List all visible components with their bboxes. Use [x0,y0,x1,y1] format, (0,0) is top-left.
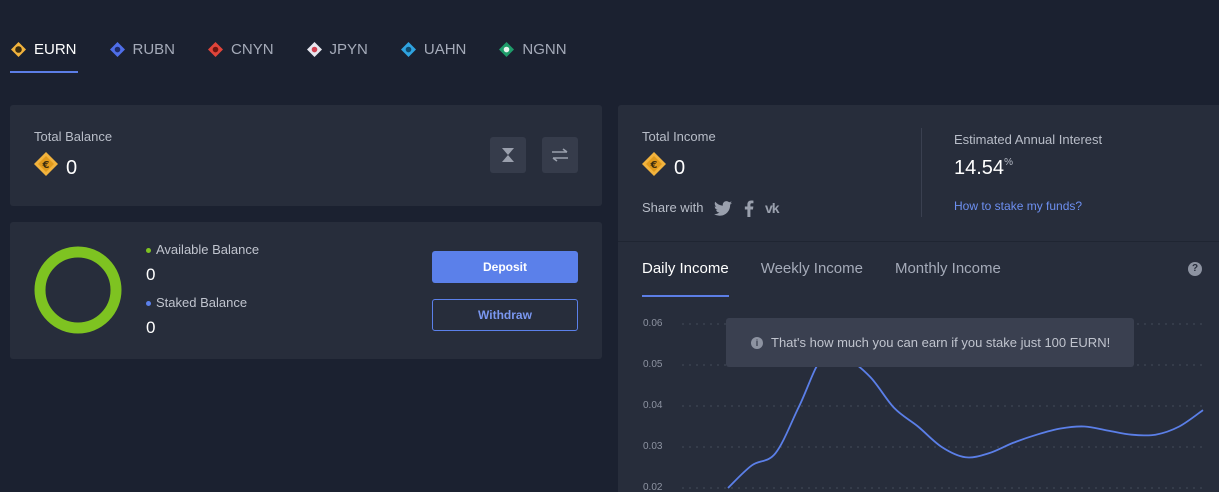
y-tick: 0.05 [643,359,663,370]
tooltip-text: That's how much you can earn if you stak… [771,335,1111,350]
staked-balance-label: Staked Balance [156,295,248,310]
exchange-button[interactable] [542,137,578,173]
how-to-stake-link[interactable]: How to stake my funds? [954,199,1082,213]
total-income-label: Total Income [642,129,716,144]
eurn-coin-icon: € [34,152,58,176]
interest-value: 14.54 [954,157,1005,179]
total-balance-label: Total Balance [34,129,113,144]
svg-text:€: € [42,160,50,171]
uahn-coin-icon [400,41,416,57]
interest-unit: % [1004,157,1013,168]
svg-text:€: € [650,160,658,171]
staked-dot [146,301,151,307]
eurn-coin-icon [11,41,26,57]
tab-monthly-income[interactable]: Monthly Income [895,260,1001,280]
vk-icon[interactable]: vk [765,200,780,216]
help-icon[interactable]: ? [1188,262,1202,276]
twitter-icon[interactable] [714,201,732,216]
income-vertical-divider [921,128,922,217]
interest-label: Estimated Annual Interest [954,132,1103,147]
earn-tooltip: i That's how much you can earn if you st… [726,318,1134,367]
interest-value-row: 14.54% [954,157,1013,180]
income-panel [618,105,1219,492]
available-balance-label: Available Balance [156,242,260,257]
y-tick: 0.04 [643,400,663,411]
tab-weekly-income[interactable]: Weekly Income [761,260,863,280]
hourglass-icon [502,148,514,162]
income-divider [618,241,1219,242]
tab-label: UAHN [423,40,467,58]
tab-daily-income[interactable]: Daily Income [642,260,729,297]
share-label: Share with [642,200,704,215]
tab-eurn[interactable]: EURN [10,36,78,73]
tab-cnyn[interactable]: CNYN [207,36,275,62]
balance-donut-chart [34,246,122,334]
tab-label: CNYN [231,40,274,58]
available-balance-value: 0 [146,265,156,284]
tab-jpyn[interactable]: JPYN [306,36,369,62]
exchange-arrows-icon [552,148,568,162]
facebook-icon[interactable] [744,200,754,217]
tab-label: RUBN [132,40,176,58]
balance-breakdown-card: Available Balance 0 Staked Balance 0 Dep… [10,222,602,359]
staked-balance-value: 0 [146,318,156,337]
y-tick: 0.03 [643,441,663,452]
rubn-coin-icon [109,41,125,57]
total-balance-card: Total Balance € 0 [10,105,602,206]
tab-label: JPYN [329,40,368,58]
income-period-tabs: Daily Income Weekly Income Monthly Incom… [642,260,1033,297]
stake-button[interactable] [490,137,526,173]
info-icon: i [751,336,763,349]
tab-uahn[interactable]: UAHN [400,36,468,62]
withdraw-button[interactable]: Withdraw [432,299,578,331]
jpyn-coin-icon [306,41,322,57]
ngnn-coin-icon [499,41,515,57]
total-income-value: 0 [674,157,686,179]
currency-tabs: EURN RUBN CNYN JPYN UAHN NGNN [10,36,599,74]
y-tick: 0.02 [643,482,663,492]
tab-ngnn[interactable]: NGNN [498,36,567,62]
available-balance-row: Available Balance [146,242,259,257]
eurn-coin-icon: € [642,152,666,176]
total-balance-value: 0 [66,157,78,179]
deposit-button[interactable]: Deposit [432,251,578,283]
staked-balance-row: Staked Balance [146,295,247,310]
y-tick: 0.06 [643,318,663,329]
available-dot [146,248,151,254]
cnyn-coin-icon [208,41,224,57]
tab-label: EURN [34,40,77,58]
tab-label: NGNN [522,40,567,58]
tab-rubn[interactable]: RUBN [109,36,177,62]
